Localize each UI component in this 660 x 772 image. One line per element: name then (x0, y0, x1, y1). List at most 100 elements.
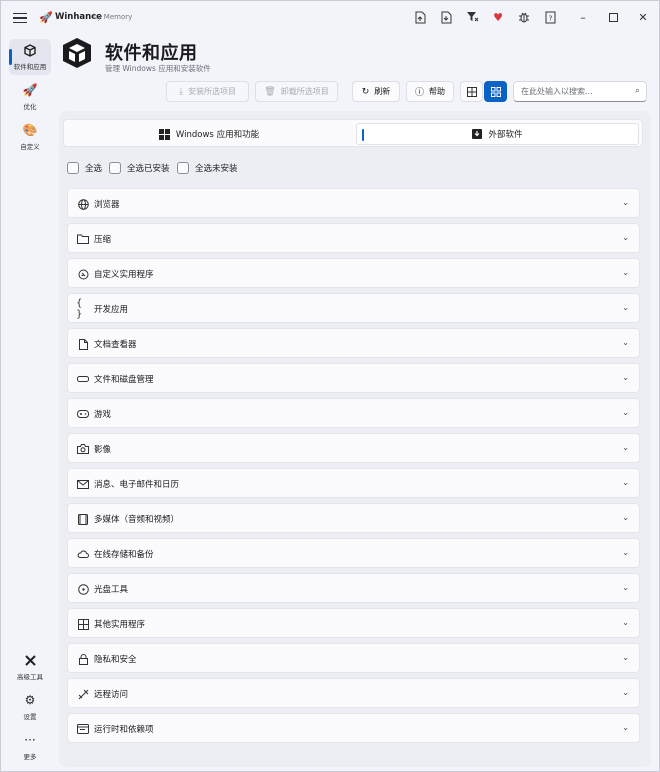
category-privacy-security[interactable]: 隐私和安全 ⌄ (67, 643, 640, 673)
category-remote-access[interactable]: 远程访问 ⌄ (67, 678, 640, 708)
help-button[interactable]: ⓘ 帮助 (406, 81, 454, 102)
sidebar-item-advanced-tools[interactable]: 高级工具 (9, 649, 51, 685)
maximize-button[interactable] (605, 9, 621, 25)
sidebar-item-optimize[interactable]: 🚀 优化 (9, 79, 51, 115)
chevron-down-icon: ⌄ (622, 373, 629, 382)
title-bar: 🚀 Winhance by Memory ♥ ? – ✕ (1, 1, 659, 35)
media-icon (76, 512, 90, 526)
chevron-down-icon: ⌄ (622, 548, 629, 557)
export-config-icon[interactable] (413, 10, 427, 24)
tab-windows-apps[interactable]: Windows 应用和功能 (68, 123, 350, 145)
select-not-installed-checkbox[interactable] (177, 162, 189, 174)
rocket-icon: 🚀 (22, 82, 38, 97)
category-compression[interactable]: 压缩 ⌄ (67, 223, 640, 253)
custom-tools-icon (76, 267, 90, 281)
hamburger-menu-icon[interactable] (13, 11, 27, 25)
category-multimedia[interactable]: 多媒体（音频和视频） ⌄ (67, 503, 640, 533)
globe-icon (76, 197, 90, 211)
camera-icon (76, 442, 90, 456)
tools-icon (24, 654, 37, 668)
trash-icon: 🗑 (264, 86, 276, 97)
filter-icon[interactable] (465, 10, 479, 24)
category-cloud[interactable]: 在线存储和备份 ⌄ (67, 538, 640, 568)
sidebar: 软件和应用 🚀 优化 🎨 自定义 高级工具 ⚙ 设置 ··· 更多 (1, 35, 59, 772)
chevron-down-icon: ⌄ (622, 233, 629, 242)
app-window: 🚀 Winhance by Memory ♥ ? – ✕ 软件和应用 🚀 优化 … (0, 0, 660, 772)
category-document-viewers[interactable]: 文档查看器 ⌄ (67, 328, 640, 358)
document-icon (76, 337, 90, 351)
heart-icon[interactable]: ♥ (491, 10, 505, 24)
category-imaging[interactable]: 影像 ⌄ (67, 433, 640, 463)
chevron-down-icon: ⌄ (622, 618, 629, 627)
search-icon[interactable]: ⌕ (635, 86, 640, 96)
chevron-down-icon: ⌄ (622, 513, 629, 522)
select-installed[interactable]: 全选已安装 (109, 162, 170, 174)
page-title: 软件和应用 (105, 43, 198, 64)
import-config-icon[interactable] (439, 10, 453, 24)
chevron-down-icon: ⌄ (622, 478, 629, 487)
braces-icon: { } (76, 298, 83, 320)
chevron-down-icon: ⌄ (622, 653, 629, 662)
category-file-disk[interactable]: 文件和磁盘管理 ⌄ (67, 363, 640, 393)
gamepad-icon (76, 407, 90, 421)
download-icon: ⤓ (179, 86, 183, 97)
more-icon: ··· (24, 732, 36, 747)
category-games[interactable]: 游戏 ⌄ (67, 398, 640, 428)
search-input[interactable] (521, 87, 629, 96)
category-browsers[interactable]: 浏览器 ⌄ (67, 188, 640, 218)
windows-icon (158, 128, 170, 140)
chevron-down-icon: ⌄ (622, 723, 629, 732)
cube-icon (24, 43, 36, 58)
close-button[interactable]: ✕ (635, 9, 651, 25)
chevron-down-icon: ⌄ (622, 268, 629, 277)
download-box-icon (472, 129, 483, 139)
category-other-utilities[interactable]: 其他实用程序 ⌄ (67, 608, 640, 638)
bug-icon[interactable] (517, 10, 531, 24)
select-all[interactable]: 全选 (67, 162, 102, 174)
svg-text:?: ? (548, 14, 552, 22)
chevron-down-icon: ⌄ (622, 198, 629, 207)
remote-icon (76, 687, 90, 701)
chevron-down-icon: ⌄ (622, 583, 629, 592)
grid-icon (76, 617, 90, 631)
minimize-button[interactable]: – (575, 9, 591, 25)
refresh-button[interactable]: ↻ 刷新 (352, 81, 400, 102)
category-runtimes[interactable]: 运行时和依赖项 ⌄ (67, 713, 640, 743)
uninstall-selected-button[interactable]: 🗑 卸载所选项目 (255, 81, 338, 102)
tab-bar: Windows 应用和功能 外部软件 (63, 119, 643, 147)
app-byline: by Memory (93, 13, 133, 21)
refresh-icon: ↻ (361, 86, 370, 97)
chevron-down-icon: ⌄ (622, 688, 629, 697)
chevron-down-icon: ⌄ (622, 338, 629, 347)
rocket-logo-icon: 🚀 (39, 11, 53, 24)
category-custom-utilities[interactable]: 自定义实用程序 ⌄ (67, 258, 640, 288)
sidebar-item-customize[interactable]: 🎨 自定义 (9, 119, 51, 155)
tab-external-software[interactable]: 外部软件 (356, 123, 639, 145)
select-not-installed[interactable]: 全选未安装 (177, 162, 238, 174)
chevron-down-icon: ⌄ (622, 443, 629, 452)
mail-icon (76, 477, 90, 491)
grid-cards-icon (490, 86, 501, 97)
chevron-down-icon: ⌄ (622, 303, 629, 312)
category-dev-apps[interactable]: { } 开发应用 ⌄ (67, 293, 640, 323)
palette-icon: 🎨 (22, 122, 38, 137)
search-box: ⌕ (513, 81, 647, 102)
select-installed-checkbox[interactable] (109, 162, 121, 174)
gear-icon: ⚙ (24, 692, 36, 707)
lock-icon (76, 652, 90, 666)
install-selected-button[interactable]: ⤓ 安装所选项目 (166, 81, 249, 102)
disc-icon (76, 582, 90, 596)
page-subtitle: 管理 Windows 应用和安装软件 (105, 64, 211, 73)
question-icon: ⓘ (414, 88, 424, 98)
category-disc-tools[interactable]: 光盘工具 ⌄ (67, 573, 640, 603)
sidebar-item-more[interactable]: ··· 更多 (9, 729, 51, 765)
sidebar-item-settings[interactable]: ⚙ 设置 (9, 689, 51, 725)
list-view-toggle[interactable] (460, 81, 483, 102)
help-document-icon[interactable]: ? (543, 10, 557, 24)
folder-icon (76, 232, 90, 246)
card-view-toggle[interactable] (484, 81, 507, 102)
sidebar-item-software[interactable]: 软件和应用 (9, 39, 51, 75)
runtime-icon (76, 722, 90, 736)
category-messaging[interactable]: 消息、电子邮件和日历 ⌄ (67, 468, 640, 498)
select-all-checkbox[interactable] (67, 162, 79, 174)
